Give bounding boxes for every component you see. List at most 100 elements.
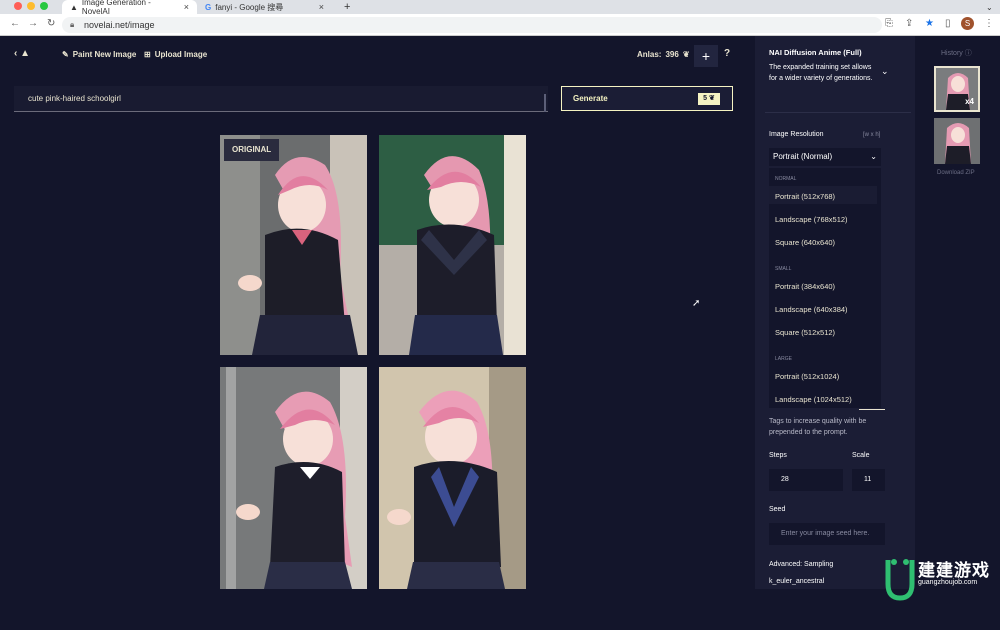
more-menu-icon[interactable]: ⋮ [984,18,994,29]
resolution-label: Image Resolution [769,131,824,138]
paint-new-image-button[interactable]: ✎ Paint New Image [62,50,136,59]
browser-tab-strip: ▲ Image Generation - NovelAI × G fanyi -… [0,0,1000,16]
new-tab-button[interactable]: + [336,0,358,14]
pencil-icon: ✎ [62,50,69,59]
steps-input[interactable]: 28 [769,469,843,491]
history-thumbnail-selected[interactable]: x4 [934,66,980,112]
anlas-icon: ❦ [682,50,690,59]
mouse-cursor-icon: ➚ [692,298,701,309]
sampler-select[interactable]: k_euler_ancestral [769,578,881,592]
upload-image-button[interactable]: ⊞ Upload Image [144,50,207,59]
history-label: History ⓘ [941,50,972,57]
watermark-url: guangzhoujob.com [918,579,978,586]
steps-label: Steps [769,452,787,459]
reload-icon[interactable]: ↻ [47,18,55,29]
browser-tab-novelai[interactable]: ▲ Image Generation - NovelAI × [62,0,197,16]
forward-arrow-icon[interactable]: → [28,18,38,29]
anime-girl-image [379,135,526,355]
history-panel: History ⓘ x4 Download ZIP [915,36,1000,589]
generated-image-4[interactable] [379,367,526,589]
close-tab-icon[interactable]: × [319,2,324,12]
original-badge: ORIGINAL [224,139,280,161]
option-portrait-512x768[interactable]: Portrait (512x768) [775,192,835,201]
history-image [934,118,980,164]
anlas-label: Anlas: [637,50,662,59]
tab-search-icon[interactable]: ⌄ [978,0,1000,14]
anime-girl-image [220,135,367,355]
translate-icon[interactable]: ⎘ [885,18,893,29]
browser-tab-google[interactable]: G fanyi - Google 搜尋 × [197,0,332,14]
dropdown-scrollbar[interactable] [859,409,885,410]
novelai-favicon-icon: ▲ [70,2,78,12]
resolution-dropdown: NORMAL Portrait (512x768) Landscape (768… [769,168,881,408]
chevron-down-icon: ⌄ [870,152,877,161]
anime-girl-image [379,367,526,589]
generated-image-3[interactable] [220,367,367,589]
close-window-button[interactable] [14,2,22,10]
option-square-640x640[interactable]: Square (640x640) [775,238,835,247]
generate-button[interactable]: Generate 5 ❦ [561,86,733,111]
download-zip-button[interactable]: Download ZIP [937,170,975,176]
close-tab-icon[interactable]: × [184,2,189,12]
resolution-value: Portrait (Normal) [773,152,833,161]
help-button[interactable]: ? [724,48,730,59]
settings-panel: NAI Diffusion Anime (Full) The expanded … [755,36,915,589]
model-description: The expanded training set allows for a w… [769,64,873,82]
address-bar[interactable]: 🔒︎ novelai.net/image [62,17,882,33]
option-portrait-512x1024[interactable]: Portrait (512x1024) [775,372,839,381]
option-landscape-1024x512[interactable]: Landscape (1024x512) [775,395,852,404]
generate-cost-badge: 5 ❦ [698,93,720,105]
image-header: ‹ ▲ ✎ Paint New Image ⊞ Upload Image Anl… [0,36,755,76]
upload-label: Upload Image [154,50,208,59]
generated-image-2[interactable] [379,135,526,355]
anlas-balance: Anlas: 396 ❦ [637,50,690,59]
seed-label: Seed [769,506,786,513]
dropdown-group-large: LARGE [775,356,792,362]
paint-label: Paint New Image [72,50,137,59]
back-home-icon[interactable]: ‹ ▲ [14,48,30,59]
browser-toolbar: ← → ↻ 🔒︎ novelai.net/image ⎘ ⇪ ★ ▯ S ⋮ [0,14,1000,36]
anlas-value: 396 [665,50,679,59]
prompt-resize-handle[interactable] [544,94,546,112]
maximize-window-button[interactable] [40,2,48,10]
window-controls [14,2,48,10]
scale-label: Scale [852,452,870,459]
option-square-512x512[interactable]: Square (512x512) [775,328,835,337]
bookmark-star-icon[interactable]: ★ [925,18,934,29]
info-icon: ⓘ [964,50,972,57]
divider [765,112,911,113]
history-thumbnail[interactable] [934,118,980,164]
option-landscape-768x512[interactable]: Landscape (768x512) [775,215,848,224]
site-watermark: 建建游戏 guangzhoujob.com [884,554,1000,625]
option-portrait-384x640[interactable]: Portrait (384x640) [775,282,835,291]
generate-label: Generate [573,94,608,103]
share-icon[interactable]: ⇪ [905,18,913,29]
resolution-hint: [w x h] [863,132,881,138]
profile-avatar[interactable]: S [961,17,974,30]
model-name: NAI Diffusion Anime (Full) [769,48,862,57]
sidepanel-icon[interactable]: ▯ [945,18,951,29]
seed-input[interactable]: Enter your image seed here. [769,523,885,545]
dropdown-group-normal: NORMAL [775,176,797,182]
quality-tags-hint: Tags to increase quality with be prepend… [769,418,867,436]
scale-input[interactable]: 11 [852,469,885,491]
back-arrow-icon[interactable]: ← [10,18,20,29]
prompt-input[interactable]: cute pink-haired schoolgirl [14,86,548,112]
sampling-label: Advanced: Sampling [769,561,834,568]
google-favicon-icon: G [205,2,212,12]
url-text: novelai.net/image [84,20,155,30]
add-anlas-button[interactable]: + [694,45,718,67]
dropdown-group-small: SMALL [775,266,792,272]
upload-icon: ⊞ [144,50,151,59]
generated-image-original[interactable]: ORIGINAL [220,135,367,355]
option-landscape-640x384[interactable]: Landscape (640x384) [775,305,848,314]
anime-girl-image [220,367,367,589]
resolution-select[interactable]: Portrait (Normal) ⌄ [769,148,881,166]
sampler-value: k_euler_ancestral [769,578,825,585]
novelai-app: ‹ ▲ ✎ Paint New Image ⊞ Upload Image Anl… [0,36,1000,601]
model-chevron-down-icon[interactable]: ⌄ [881,66,889,77]
watermark-title: 建建游戏 [918,561,990,580]
tab-title: fanyi - Google 搜尋 [215,2,284,12]
minimize-window-button[interactable] [27,2,35,10]
image-count-badge: x4 [965,97,974,106]
